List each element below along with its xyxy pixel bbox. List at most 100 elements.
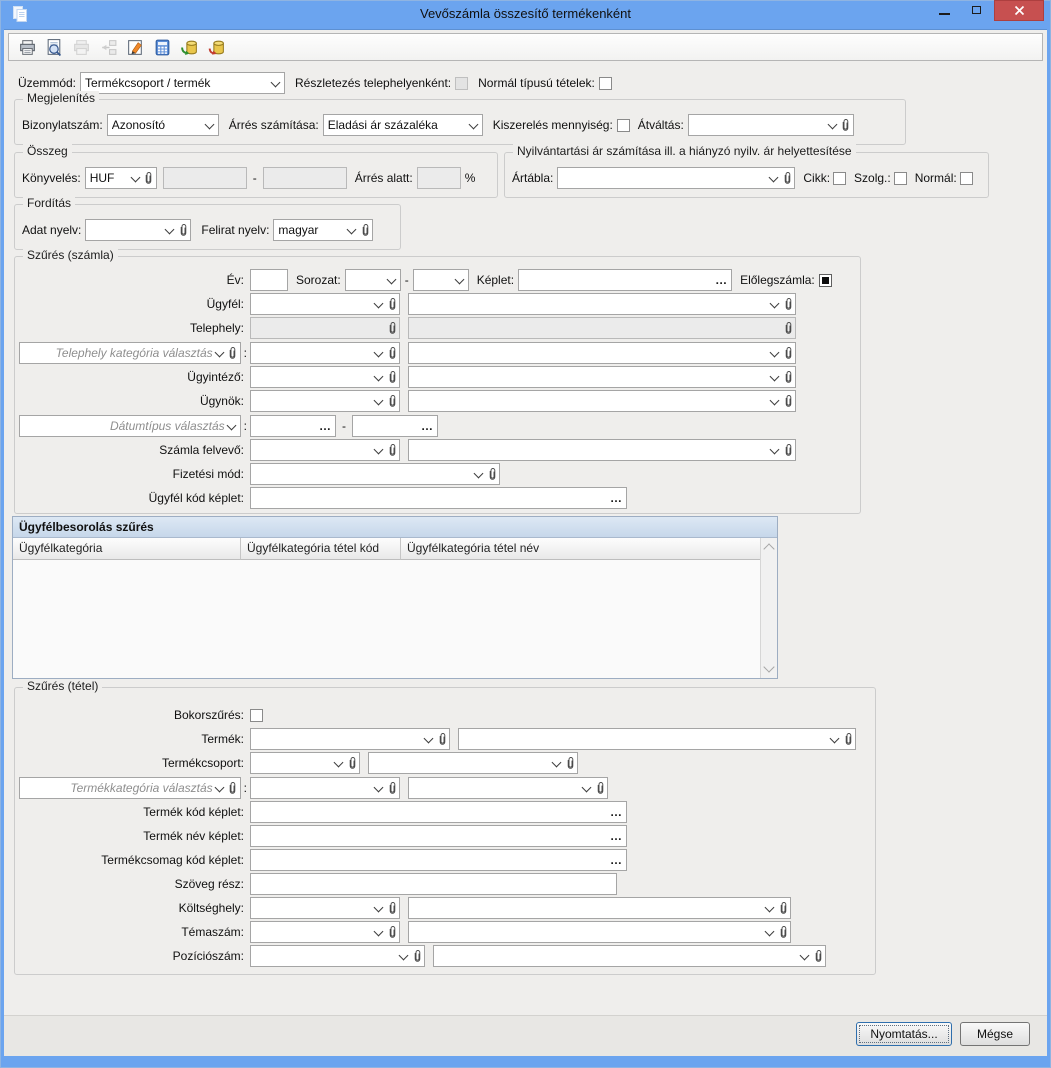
agent-code-select[interactable] [250,390,400,412]
customer-code-formula-field[interactable]: … [250,487,627,509]
normal-items-checkbox[interactable] [599,77,612,90]
calculator-icon[interactable] [151,36,173,58]
dropdown-arrow-icon[interactable] [453,270,467,290]
paperclip-icon[interactable] [782,294,794,314]
product-group-code-select[interactable] [250,752,360,774]
maximize-button[interactable] [961,0,994,21]
paperclip-icon[interactable] [777,898,789,918]
dropdown-arrow-icon[interactable] [826,115,840,135]
site-category-code-select[interactable] [250,342,400,364]
scroll-up-icon[interactable] [763,543,774,554]
product-name-formula-field[interactable]: … [250,825,627,847]
paperclip-icon[interactable] [227,778,239,798]
item-checkbox[interactable] [833,172,846,185]
margin-calc-select[interactable]: Eladási ár százaléka [323,114,483,136]
year-field[interactable] [250,269,288,291]
dropdown-arrow-icon[interactable] [580,778,594,798]
title-bar[interactable]: Vevőszámla összesítő termékenként [0,0,1051,29]
print-icon[interactable] [16,36,38,58]
print-button[interactable]: Nyomtatás... [856,1022,952,1046]
paperclip-icon[interactable] [411,946,423,966]
product-name-select[interactable] [458,728,856,750]
browse-button[interactable]: … [610,833,622,839]
product-category-name-select[interactable] [408,777,608,799]
cost-center-name-select[interactable] [408,897,791,919]
conversion-select[interactable] [688,114,854,136]
paperclip-icon[interactable] [386,367,398,387]
price-table-select[interactable] [557,167,795,189]
dropdown-arrow-icon[interactable] [372,343,386,363]
series-to-select[interactable] [413,269,469,291]
paperclip-icon[interactable] [386,391,398,411]
dropdown-arrow-icon[interactable] [385,270,399,290]
paperclip-icon[interactable] [386,318,398,338]
product-code-select[interactable] [250,728,450,750]
accounting-currency-select[interactable]: HUF [85,167,157,189]
product-category-code-select[interactable] [250,777,400,799]
database-import-icon[interactable] [178,36,200,58]
data-lang-select[interactable] [85,219,191,241]
product-group-name-select[interactable] [368,752,578,774]
paperclip-icon[interactable] [143,168,155,188]
dropdown-arrow-icon[interactable] [129,168,143,188]
dropdown-arrow-icon[interactable] [372,440,386,460]
paperclip-icon[interactable] [812,946,824,966]
browse-button[interactable]: … [610,495,622,501]
position-number-code-select[interactable] [250,945,425,967]
paperclip-icon[interactable] [782,318,794,338]
browse-button[interactable]: … [715,277,727,283]
payment-method-select[interactable] [250,463,500,485]
topic-number-code-select[interactable] [250,921,400,943]
paperclip-icon[interactable] [386,343,398,363]
dropdown-arrow-icon[interactable] [332,753,346,773]
dropdown-arrow-icon[interactable] [768,294,782,314]
paperclip-icon[interactable] [564,753,576,773]
date-type-select[interactable]: Dátumtípus választás [19,415,241,437]
paperclip-icon[interactable] [436,729,448,749]
paperclip-icon[interactable] [782,343,794,363]
dropdown-arrow-icon[interactable] [550,753,564,773]
browse-button[interactable]: … [319,423,331,429]
paperclip-icon[interactable] [346,753,358,773]
paperclip-icon[interactable] [777,922,789,942]
paperclip-icon[interactable] [386,898,398,918]
invoice-recorder-code-select[interactable] [250,439,400,461]
dropdown-arrow-icon[interactable] [768,367,782,387]
paperclip-icon[interactable] [842,729,854,749]
paperclip-icon[interactable] [227,343,239,363]
dropdown-arrow-icon[interactable] [213,343,227,363]
browse-button[interactable]: … [610,857,622,863]
series-from-select[interactable] [345,269,401,291]
dropdown-arrow-icon[interactable] [269,73,283,93]
paperclip-icon[interactable] [486,464,498,484]
date-from-field[interactable]: … [250,415,336,437]
minimize-button[interactable] [928,0,961,21]
print-preview-icon[interactable] [43,36,65,58]
caption-lang-select[interactable]: magyar [273,219,373,241]
topic-number-name-select[interactable] [408,921,791,943]
formula-field[interactable]: … [518,269,732,291]
dropdown-arrow-icon[interactable] [768,440,782,460]
dropdown-arrow-icon[interactable] [345,220,359,240]
dropdown-arrow-icon[interactable] [372,391,386,411]
paperclip-icon[interactable] [386,922,398,942]
normal-checkbox[interactable] [960,172,973,185]
site-category-name-select[interactable] [408,342,796,364]
dropdown-arrow-icon[interactable] [372,778,386,798]
customer-code-select[interactable] [250,293,400,315]
column-header-category-item-name[interactable]: Ügyfélkategória tétel név [401,538,760,560]
cancel-button[interactable]: Mégse [960,1022,1030,1046]
service-checkbox[interactable] [894,172,907,185]
database-export-icon[interactable] [205,36,227,58]
dropdown-arrow-icon[interactable] [203,115,217,135]
cluster-filter-checkbox[interactable] [250,709,263,722]
paperclip-icon[interactable] [359,220,371,240]
product-category-select[interactable]: Termékkategória választás [19,777,241,799]
doc-number-select[interactable]: Azonosító [107,114,219,136]
mode-select[interactable]: Termékcsoport / termék [80,72,285,94]
dropdown-arrow-icon[interactable] [763,922,777,942]
dropdown-arrow-icon[interactable] [372,898,386,918]
dropdown-arrow-icon[interactable] [422,729,436,749]
paperclip-icon[interactable] [782,440,794,460]
position-number-name-select[interactable] [433,945,826,967]
